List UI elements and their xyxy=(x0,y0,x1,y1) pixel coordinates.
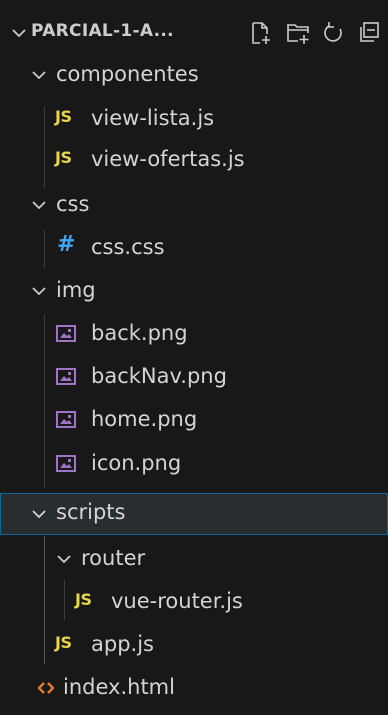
file-back-png[interactable]: back.png xyxy=(0,312,388,356)
file-label: icon.png xyxy=(91,451,182,475)
file-view-ofertas[interactable]: JS view-ofertas.js xyxy=(0,138,388,182)
file-label: home.png xyxy=(91,407,198,431)
chevron-down-icon xyxy=(32,71,46,80)
file-index-html[interactable]: index.html xyxy=(0,666,388,710)
css-file-icon: # xyxy=(57,232,76,257)
file-label: index.html xyxy=(63,675,175,699)
js-file-icon: JS xyxy=(55,107,72,126)
chevron-down-icon xyxy=(57,555,71,564)
file-icon-png[interactable]: icon.png xyxy=(0,442,388,486)
folder-img[interactable]: img xyxy=(0,269,388,313)
file-backnav-png[interactable]: backNav.png xyxy=(0,355,388,399)
new-folder-icon[interactable] xyxy=(285,20,311,46)
html-file-icon xyxy=(37,682,55,694)
image-file-icon xyxy=(56,368,76,385)
file-home-png[interactable]: home.png xyxy=(0,398,388,442)
refresh-icon[interactable] xyxy=(321,20,347,46)
image-file-icon xyxy=(56,325,76,342)
collapse-all-icon[interactable] xyxy=(356,20,382,46)
file-label: vue-router.js xyxy=(111,589,243,613)
folder-label: css xyxy=(56,192,90,216)
chevron-down-icon xyxy=(32,510,46,519)
image-file-icon xyxy=(56,455,76,472)
chevron-down-icon xyxy=(32,201,46,210)
folder-scripts[interactable]: scripts xyxy=(0,493,388,535)
js-file-icon: JS xyxy=(75,590,92,609)
folder-router[interactable]: router xyxy=(0,537,388,581)
chevron-down-icon xyxy=(32,287,46,296)
chevron-down-icon[interactable] xyxy=(10,24,28,42)
file-vue-router[interactable]: JS vue-router.js xyxy=(0,580,388,624)
folder-label: router xyxy=(81,546,146,570)
file-explorer: PARCIAL-1-A... componentes JS view-lista… xyxy=(0,0,388,715)
file-label: view-ofertas.js xyxy=(91,147,245,171)
workspace-title[interactable]: PARCIAL-1-A... xyxy=(31,21,174,41)
js-file-icon: JS xyxy=(55,633,72,652)
file-css[interactable]: # css.css xyxy=(0,226,388,270)
file-label: app.js xyxy=(91,632,154,656)
file-view-lista[interactable]: JS view-lista.js xyxy=(0,97,388,141)
folder-componentes[interactable]: componentes xyxy=(0,53,388,97)
image-file-icon xyxy=(56,411,76,428)
folder-css[interactable]: css xyxy=(0,183,388,227)
js-file-icon: JS xyxy=(55,148,72,167)
file-label: css.css xyxy=(91,235,165,259)
file-label: view-lista.js xyxy=(91,106,215,130)
folder-label: scripts xyxy=(56,500,126,524)
file-label: back.png xyxy=(91,321,188,345)
file-label: backNav.png xyxy=(91,364,227,388)
folder-label: img xyxy=(56,278,96,302)
folder-label: componentes xyxy=(56,62,199,86)
file-app-js[interactable]: JS app.js xyxy=(0,623,388,667)
new-file-icon[interactable] xyxy=(247,20,273,46)
